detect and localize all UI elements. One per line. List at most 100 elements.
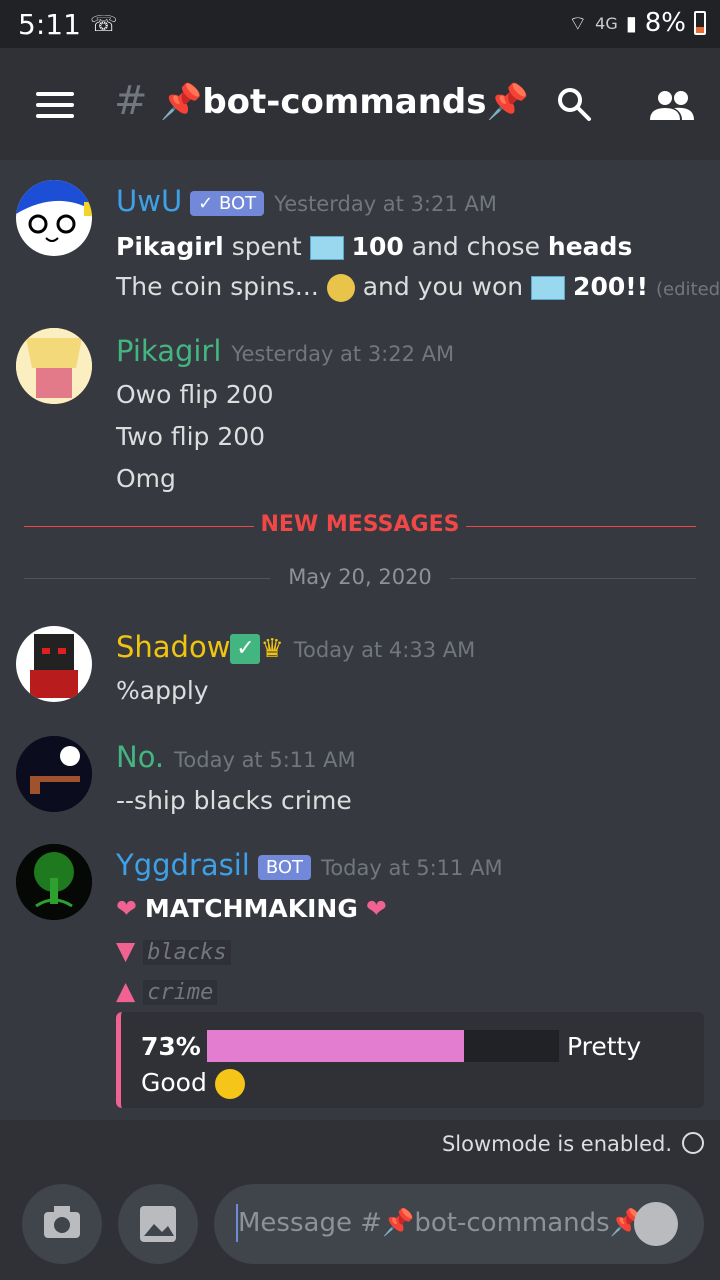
status-bar: 5:11 ☏ ⌔ 4G ▮ 8% <box>0 0 720 48</box>
triangle-up-icon: ▲ <box>116 976 136 1005</box>
author-name-text[interactable]: Pikagirl <box>116 334 221 368</box>
author-name[interactable]: Yggdrasil BOT Today at 5:11 AM <box>116 848 503 882</box>
message-line: The coin spins... and you won 200!! (edi… <box>116 272 720 302</box>
message-input[interactable]: Message #📌bot-commands📌 <box>214 1184 704 1264</box>
matchmaking-embed: 73% Pretty Good <box>116 1012 704 1108</box>
heart-icon: ❤ <box>116 894 137 923</box>
amount: 100 <box>351 232 404 261</box>
author-name[interactable]: No. Today at 5:11 AM <box>116 740 356 774</box>
slowmode-bar: Slowmode is enabled. <box>0 1120 720 1168</box>
match-verdict-2: Good <box>141 1068 245 1099</box>
choice: heads <box>547 232 633 261</box>
channel-header: # 📌bot-commands📌 <box>0 48 720 160</box>
inline-code: blacks <box>143 940 231 965</box>
author-name[interactable]: Shadow ✓ ♛ Today at 4:33 AM <box>116 630 475 664</box>
status-icons: ⌔ 4G ▮ 8% <box>568 8 706 38</box>
author-name-text[interactable]: Shadow <box>116 630 230 664</box>
coin-icon <box>326 274 355 302</box>
message-line: ▲ crime <box>116 976 218 1005</box>
cowoncy-icon <box>531 276 566 300</box>
avatar[interactable] <box>16 328 92 404</box>
message-line: ❤ MATCHMAKING ❤ <box>116 894 387 923</box>
avatar[interactable] <box>16 844 92 920</box>
text: and you won <box>362 272 524 301</box>
author-name[interactable]: UwU ✓ BOT Yesterday at 3:21 AM <box>116 184 497 218</box>
message-composer: Message #📌bot-commands📌 <box>0 1168 720 1280</box>
channel-hash: # <box>114 78 148 124</box>
timestamp: Today at 5:11 AM <box>174 748 356 772</box>
channel-name: bot-commands <box>202 82 487 122</box>
author-name[interactable]: Pikagirl Yesterday at 3:22 AM <box>116 334 454 368</box>
inline-code: crime <box>143 980 218 1005</box>
gallery-button[interactable] <box>118 1184 198 1264</box>
avatar[interactable] <box>16 180 92 256</box>
timer-icon <box>682 1132 704 1154</box>
avatar[interactable] <box>16 736 92 812</box>
text: and chose <box>411 232 540 261</box>
author-name-text[interactable]: UwU <box>116 184 182 218</box>
author-name-text[interactable]: Yggdrasil <box>116 848 250 882</box>
pushpin-icon: 📌 <box>160 82 203 122</box>
user-name: Pikagirl <box>116 232 224 261</box>
crown-icon: ♛ <box>260 634 284 664</box>
edited-label: (edited) <box>656 279 720 300</box>
avatar[interactable] <box>16 626 92 702</box>
matchmaking-heading: MATCHMAKING <box>144 894 358 923</box>
pushpin-icon: 📌 <box>382 1208 415 1238</box>
text: spent <box>231 232 302 261</box>
message-line: Owo flip 200 <box>116 380 274 409</box>
wifi-calling-icon: ☏ <box>90 12 118 37</box>
signal-icon: ▮ <box>625 11 637 35</box>
image-icon <box>140 1206 176 1242</box>
channel-title: 📌bot-commands📌 <box>160 82 529 122</box>
timestamp: Today at 5:11 AM <box>321 856 503 880</box>
message-line: Pikagirl spent 100 and chose heads <box>116 232 632 261</box>
message-no[interactable]: No. Today at 5:11 AM --ship blacks crime <box>0 734 720 824</box>
members-icon[interactable] <box>648 88 696 124</box>
text: The coin spins... <box>116 272 319 301</box>
camera-button[interactable] <box>22 1184 102 1264</box>
message-line: --ship blacks crime <box>116 786 352 815</box>
match-percent: 73% <box>141 1032 201 1061</box>
cowoncy-icon <box>309 236 344 260</box>
pushpin-icon: 📌 <box>486 82 529 122</box>
smile-emoji-icon <box>214 1069 245 1099</box>
message-pikagirl[interactable]: Pikagirl Yesterday at 3:22 AM Owo flip 20… <box>0 326 720 506</box>
triangle-down-icon: ▼ <box>116 936 136 965</box>
match-progress-fill <box>207 1030 464 1062</box>
message-line: Omg <box>116 464 176 493</box>
match-verdict: Pretty <box>567 1032 642 1061</box>
timestamp: Today at 4:33 AM <box>293 638 476 662</box>
bot-tag: ✓ BOT <box>190 190 265 216</box>
placeholder-prefix: Message # <box>238 1208 383 1238</box>
battery-icon <box>694 11 706 35</box>
message-line: Two flip 200 <box>116 422 266 451</box>
network-type: 4G <box>595 13 618 33</box>
author-name-text[interactable]: No. <box>116 740 164 774</box>
check-icon: ✓ <box>230 634 261 664</box>
emoji-picker-button[interactable] <box>634 1202 678 1246</box>
placeholder-channel: bot-commands <box>414 1208 610 1238</box>
timestamp: Yesterday at 3:22 AM <box>231 342 455 366</box>
bot-tag: BOT <box>257 854 312 880</box>
match-progress-bar <box>207 1030 559 1062</box>
camera-icon <box>44 1206 80 1238</box>
battery-percent: 8% <box>644 8 686 38</box>
wifi-icon: ⌔ <box>568 10 588 35</box>
slowmode-text: Slowmode is enabled. <box>441 1132 672 1156</box>
date-label: May 20, 2020 <box>288 565 432 589</box>
message-line: %apply <box>116 676 209 705</box>
clock: 5:11 <box>18 8 81 41</box>
timestamp: Yesterday at 3:21 AM <box>274 192 497 216</box>
match-verdict-text: Good <box>141 1068 207 1097</box>
amount: 200!! <box>573 272 649 301</box>
new-messages-divider: NEW MESSAGES <box>24 512 696 537</box>
message-line: ▼ blacks <box>116 936 231 965</box>
message-uwu[interactable]: UwU ✓ BOT Yesterday at 3:21 AM Pikagirl sp… <box>0 178 720 308</box>
heart-icon: ❤ <box>365 894 387 923</box>
search-icon[interactable] <box>556 86 592 122</box>
new-messages-label: NEW MESSAGES <box>260 512 460 537</box>
message-input-placeholder: Message #📌bot-commands📌 <box>238 1208 642 1238</box>
message-shadow[interactable]: Shadow ✓ ♛ Today at 4:33 AM %apply <box>0 624 720 714</box>
hamburger-menu-icon[interactable] <box>36 92 74 118</box>
